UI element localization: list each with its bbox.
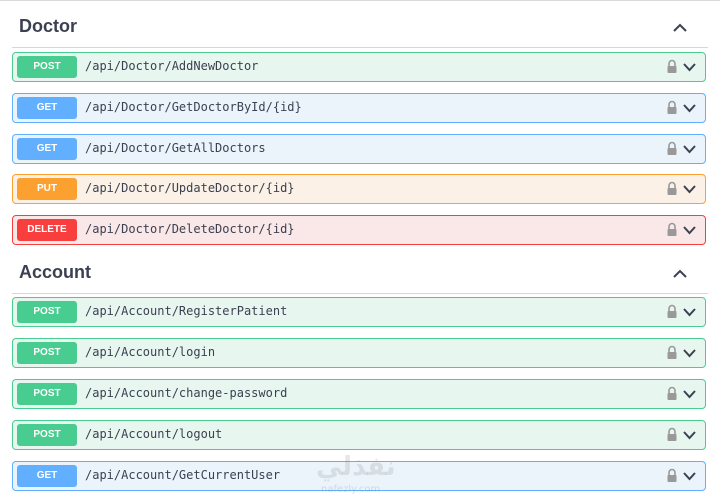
method-badge: GET (17, 138, 77, 160)
method-badge: POST (17, 342, 77, 364)
operation-row[interactable]: GET /api/Doctor/GetAllDoctors (12, 134, 706, 164)
operation-row[interactable]: POST /api/Account/logout (12, 420, 706, 450)
chevron-up-icon[interactable] (670, 19, 690, 35)
chevron-down-icon[interactable] (682, 388, 697, 400)
operation-path: /api/Account/change-password (85, 386, 288, 400)
lock-icon[interactable] (666, 141, 678, 157)
section-account: Account (0, 255, 720, 294)
operation-row[interactable]: POST /api/Account/change-password (12, 379, 706, 409)
section-header-doctor[interactable]: Doctor (12, 9, 708, 48)
operation-row[interactable]: POST /api/Account/RegisterPatient (12, 297, 706, 327)
operation-path: /api/Account/login (85, 345, 216, 359)
lock-icon[interactable] (666, 304, 678, 320)
section-title: Doctor (19, 16, 77, 36)
lock-icon[interactable] (666, 222, 678, 238)
watermark-logo: نفذلي (316, 452, 396, 482)
lock-icon[interactable] (666, 181, 678, 197)
lock-icon[interactable] (666, 59, 678, 75)
chevron-down-icon[interactable] (682, 102, 697, 114)
method-badge: PUT (17, 178, 77, 200)
chevron-down-icon[interactable] (682, 470, 697, 482)
operation-row[interactable]: POST /api/Account/login (12, 338, 706, 368)
operation-path: /api/Doctor/AddNewDoctor (85, 59, 259, 73)
chevron-down-icon[interactable] (682, 306, 697, 318)
operation-row[interactable]: GET /api/Doctor/GetDoctorById/{id} (12, 93, 706, 123)
operation-path: /api/Account/RegisterPatient (85, 304, 288, 318)
section-doctor: Doctor (0, 9, 720, 48)
operation-path: /api/Doctor/DeleteDoctor/{id} (85, 222, 295, 236)
method-badge: POST (17, 56, 77, 78)
method-badge: DELETE (17, 219, 77, 241)
section-header-account[interactable]: Account (12, 255, 708, 294)
section-title: Account (19, 262, 91, 282)
operation-path: /api/Account/GetCurrentUser (85, 468, 281, 482)
chevron-down-icon[interactable] (682, 183, 697, 195)
lock-icon[interactable] (666, 386, 678, 402)
chevron-up-icon[interactable] (670, 265, 690, 281)
operation-path: /api/Account/logout (85, 427, 223, 441)
chevron-down-icon[interactable] (682, 143, 697, 155)
lock-icon[interactable] (666, 100, 678, 116)
method-badge: GET (17, 97, 77, 119)
top-border (0, 0, 720, 1)
lock-icon[interactable] (666, 468, 678, 484)
lock-icon[interactable] (666, 345, 678, 361)
method-badge: POST (17, 301, 77, 323)
operation-row[interactable]: PUT /api/Doctor/UpdateDoctor/{id} (12, 174, 706, 204)
operation-row[interactable]: POST /api/Doctor/AddNewDoctor (12, 52, 706, 82)
operation-row[interactable]: DELETE /api/Doctor/DeleteDoctor/{id} (12, 215, 706, 245)
method-badge: GET (17, 465, 77, 487)
chevron-down-icon[interactable] (682, 61, 697, 73)
chevron-down-icon[interactable] (682, 429, 697, 441)
chevron-down-icon[interactable] (682, 224, 697, 236)
watermark-url: nafezly.com (321, 484, 381, 495)
lock-icon[interactable] (666, 427, 678, 443)
method-badge: POST (17, 383, 77, 405)
operation-path: /api/Doctor/UpdateDoctor/{id} (85, 181, 295, 195)
chevron-down-icon[interactable] (682, 347, 697, 359)
method-badge: POST (17, 424, 77, 446)
operation-path: /api/Doctor/GetAllDoctors (85, 141, 266, 155)
operation-path: /api/Doctor/GetDoctorById/{id} (85, 100, 302, 114)
